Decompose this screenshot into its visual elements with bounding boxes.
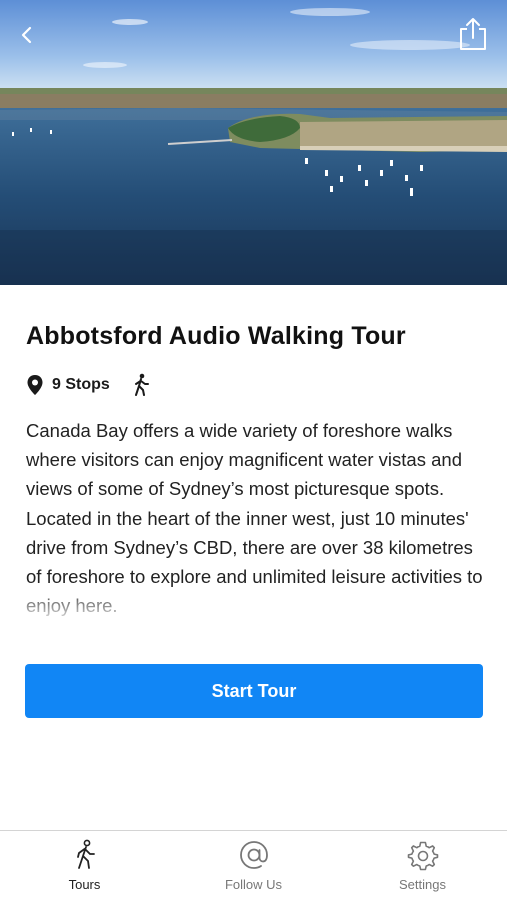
hero-image [0, 0, 507, 285]
tab-follow-us-label: Follow Us [224, 877, 283, 892]
description-fade [26, 586, 488, 620]
share-icon [460, 18, 486, 50]
tab-follow-us[interactable]: Follow Us [169, 831, 338, 901]
tab-tours-label: Tours [68, 877, 101, 892]
chevron-left-icon [21, 26, 32, 44]
walking-person-icon [134, 373, 149, 396]
walking-person-icon [76, 839, 95, 869]
tab-settings[interactable]: Settings [338, 831, 507, 901]
walking-mode [132, 373, 150, 397]
gear-icon [407, 841, 438, 871]
tour-title: Abbotsford Audio Walking Tour [26, 322, 406, 350]
start-tour-button[interactable]: Start Tour [25, 664, 483, 718]
at-sign-icon [239, 841, 268, 869]
tour-meta: 9 Stops [26, 372, 150, 398]
tab-tours[interactable]: Tours [0, 831, 169, 901]
hero-photo-harbour [0, 0, 507, 285]
share-button[interactable] [453, 14, 493, 54]
tab-settings-label: Settings [399, 877, 446, 892]
map-pin-icon [27, 375, 43, 395]
tour-description-container: Canada Bay offers a wide variety of fore… [26, 416, 488, 620]
back-button[interactable] [12, 20, 42, 50]
stops-count: 9 Stops [52, 376, 110, 393]
bottom-tab-bar: Tours Follow Us Settings [0, 830, 507, 901]
